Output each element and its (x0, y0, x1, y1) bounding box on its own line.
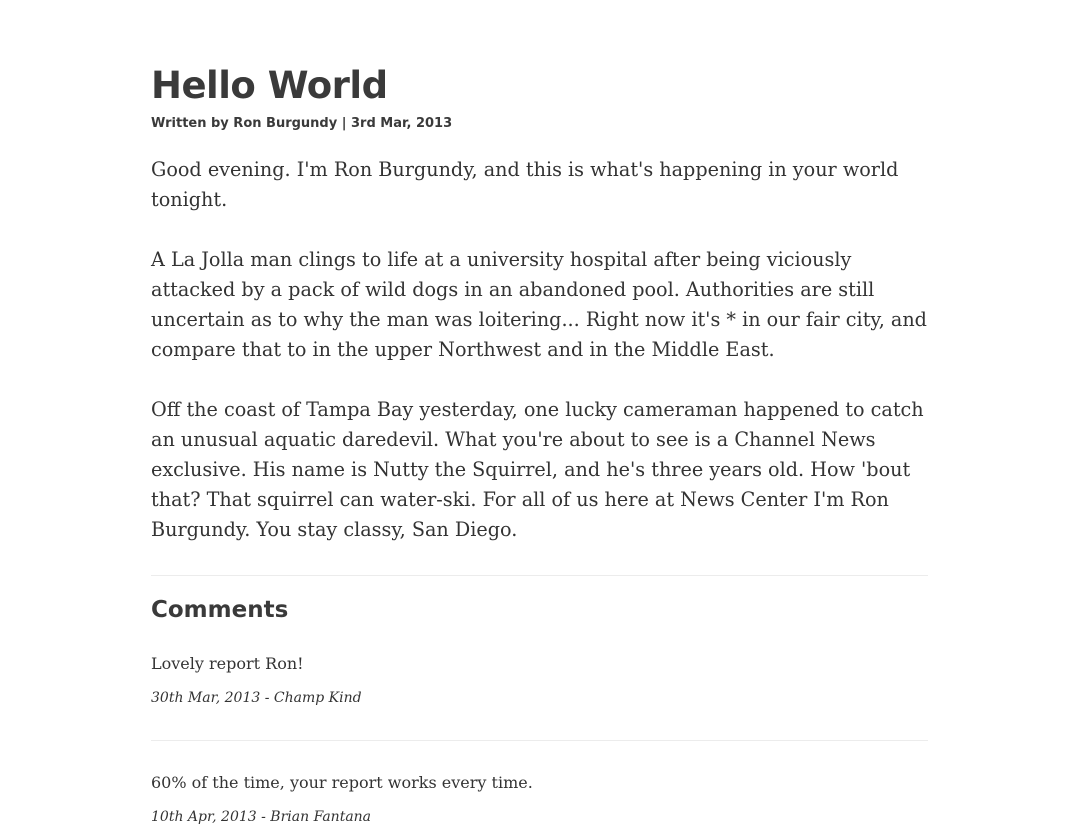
comment-text: 60% of the time, your report works every… (151, 773, 533, 792)
comments-heading: Comments (151, 597, 289, 623)
comment-text: Lovely report Ron! (151, 654, 304, 673)
article-title: Hello World (151, 64, 388, 107)
article-byline: Written by Ron Burgundy | 3rd Mar, 2013 (151, 116, 453, 131)
comment-divider (151, 740, 928, 741)
comment-meta: 30th Mar, 2013 - Champ Kind (151, 690, 362, 706)
comment-item: 60% of the time, your report works every… (151, 771, 928, 827)
comments-section: Comments Lovely report Ron! 30th Mar, 20… (151, 594, 928, 827)
article: Hello World Written by Ron Burgundy | 3r… (151, 62, 928, 827)
comments-divider (151, 575, 928, 576)
article-paragraph: Off the coast of Tampa Bay yesterday, on… (151, 398, 924, 541)
comment-meta: 10th Apr, 2013 - Brian Fantana (151, 809, 372, 825)
article-body: Good evening. I'm Ron Burgundy, and this… (151, 155, 928, 545)
article-paragraph: A La Jolla man clings to life at a unive… (151, 248, 927, 361)
comment-item: Lovely report Ron! 30th Mar, 2013 - Cham… (151, 652, 928, 740)
article-paragraph: Good evening. I'm Ron Burgundy, and this… (151, 158, 899, 211)
